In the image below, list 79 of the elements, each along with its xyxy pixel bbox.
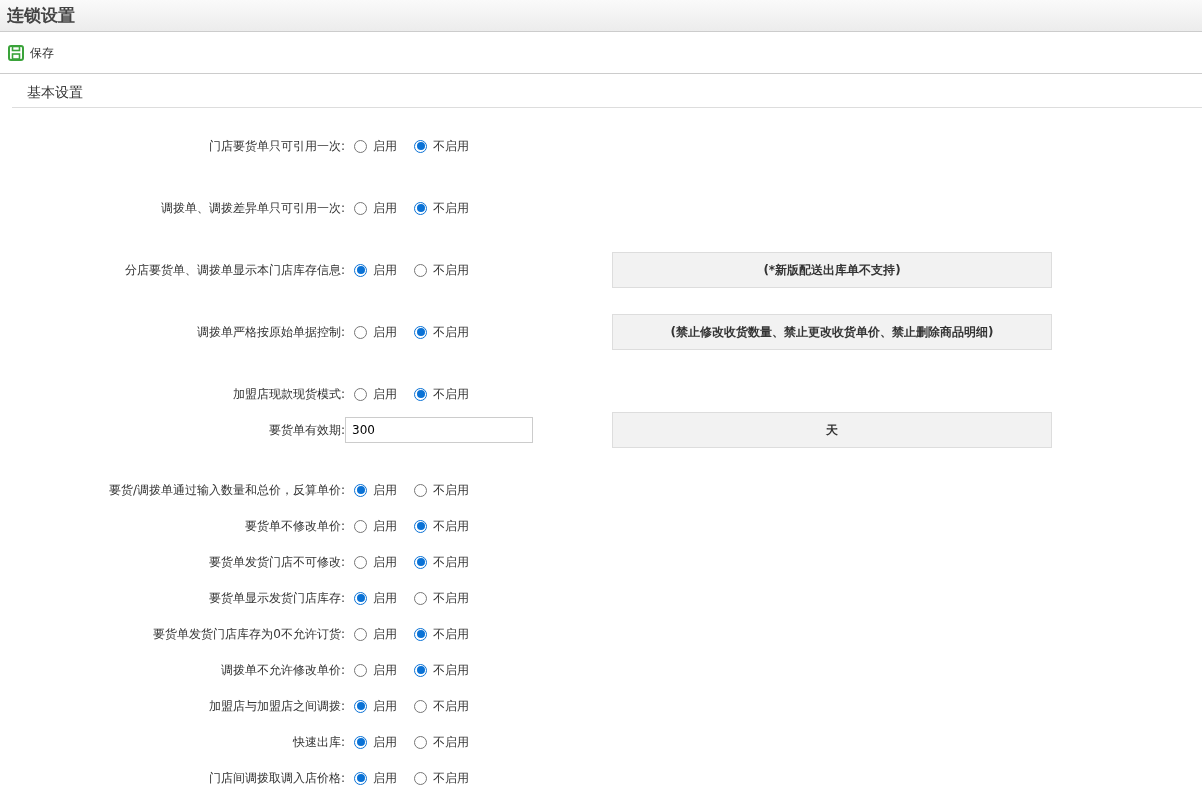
radio-label[interactable]: 不启用: [433, 769, 469, 785]
radio-button[interactable]: [414, 387, 427, 401]
radio-button[interactable]: [354, 735, 367, 749]
radio-label[interactable]: 启用: [373, 661, 397, 679]
field-label: 门店间调拨取调入店价格:: [208, 771, 345, 785]
radio-label[interactable]: 不启用: [433, 323, 469, 341]
radio-button[interactable]: [414, 325, 427, 339]
radio-button[interactable]: [354, 627, 367, 641]
radio-button[interactable]: [354, 555, 367, 569]
radio-button[interactable]: [414, 139, 427, 153]
save-icon: [8, 44, 24, 61]
radio-button[interactable]: [354, 519, 367, 533]
radio-button[interactable]: [354, 263, 367, 277]
radio-button[interactable]: [354, 139, 367, 153]
radio-label[interactable]: 不启用: [433, 385, 469, 403]
radio-label[interactable]: 不启用: [433, 199, 469, 217]
field-label: 加盟店与加盟店之间调拨:: [208, 699, 345, 713]
input-field[interactable]: 300: [345, 417, 533, 443]
radio-label[interactable]: 启用: [373, 589, 397, 607]
radio-label[interactable]: 不启用: [433, 137, 469, 155]
note-box: (*新版配送出库单不支持): [612, 252, 1052, 288]
radio-label[interactable]: 启用: [373, 137, 397, 155]
radio-button[interactable]: [414, 555, 427, 569]
radio-label[interactable]: 启用: [373, 385, 397, 403]
radio-label[interactable]: 启用: [373, 323, 397, 341]
radio-label[interactable]: 启用: [373, 517, 397, 535]
radio-label[interactable]: 启用: [373, 625, 397, 643]
field-label: 要货/调拨单通过输入数量和总价，反算单价:: [108, 483, 345, 497]
radio-button[interactable]: [414, 263, 427, 277]
radio-button[interactable]: [414, 519, 427, 533]
field-label: 要货单发货门店不可修改:: [208, 555, 345, 569]
radio-label[interactable]: 启用: [373, 733, 397, 751]
radio-button[interactable]: [414, 771, 427, 785]
radio-label[interactable]: 启用: [373, 481, 397, 499]
save-button[interactable]: 保存: [8, 43, 54, 62]
radio-label[interactable]: 不启用: [433, 697, 469, 715]
note-box: (禁止修改收货数量、禁止更改收货单价、禁止删除商品明细): [612, 314, 1052, 350]
radio-button[interactable]: [414, 627, 427, 641]
field-label: 要货单不修改单价:: [244, 519, 345, 533]
field-label: 门店要货单只可引用一次:: [208, 139, 345, 153]
radio-label[interactable]: 启用: [373, 261, 397, 279]
field-label: 调拨单、调拨差异单只可引用一次:: [160, 201, 345, 215]
radio-label[interactable]: 不启用: [433, 625, 469, 643]
radio-label[interactable]: 不启用: [433, 481, 469, 499]
field-label: 要货单有效期:: [268, 423, 345, 437]
radio-button[interactable]: [414, 483, 427, 497]
radio-button[interactable]: [414, 663, 427, 677]
note-box: 天: [612, 412, 1052, 448]
field-label: 快速出库:: [292, 735, 345, 749]
radio-button[interactable]: [414, 735, 427, 749]
radio-label[interactable]: 不启用: [433, 261, 469, 279]
radio-button[interactable]: [354, 325, 367, 339]
radio-label[interactable]: 不启用: [433, 589, 469, 607]
radio-button[interactable]: [354, 387, 367, 401]
radio-label[interactable]: 不启用: [433, 517, 469, 535]
radio-button[interactable]: [354, 771, 367, 785]
field-label: 分店要货单、调拨单显示本门店库存信息:: [124, 263, 345, 277]
radio-label[interactable]: 不启用: [433, 661, 469, 679]
radio-label[interactable]: 不启用: [433, 733, 469, 751]
radio-label[interactable]: 启用: [373, 769, 397, 785]
radio-label[interactable]: 启用: [373, 199, 397, 217]
radio-label[interactable]: 不启用: [433, 553, 469, 571]
field-label: 要货单发货门店库存为0不允许订货:: [153, 627, 345, 641]
field-label: 调拨单严格按原始单据控制:: [196, 325, 345, 339]
radio-button[interactable]: [354, 591, 367, 605]
field-label: 要货单显示发货门店库存:: [208, 591, 345, 605]
field-label: 调拨单不允许修改单价:: [220, 663, 345, 677]
radio-button[interactable]: [354, 201, 367, 215]
field-label: 加盟店现款现货模式:: [232, 387, 345, 401]
radio-button[interactable]: [414, 699, 427, 713]
radio-button[interactable]: [414, 591, 427, 605]
window-title: 连锁设置: [7, 5, 75, 25]
section-title: 基本设置: [27, 84, 83, 100]
radio-button[interactable]: [354, 663, 367, 677]
radio-button[interactable]: [354, 483, 367, 497]
radio-button[interactable]: [414, 201, 427, 215]
radio-label[interactable]: 启用: [373, 553, 397, 571]
radio-label[interactable]: 启用: [373, 697, 397, 715]
radio-button[interactable]: [354, 699, 367, 713]
